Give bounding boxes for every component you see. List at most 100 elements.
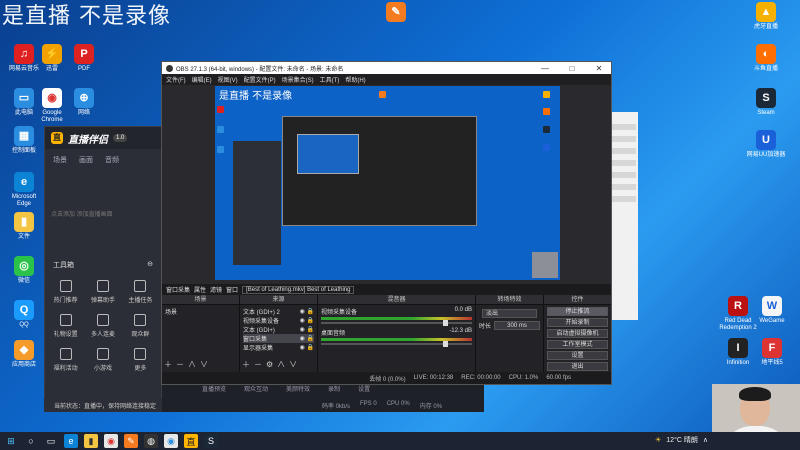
toolbox-item[interactable]: 更多 bbox=[124, 348, 157, 372]
obs-menu-item[interactable]: 文件(F) bbox=[166, 75, 186, 84]
desktop-icon[interactable]: e Microsoft Edge bbox=[4, 172, 44, 207]
desktop-icon[interactable]: F 地平线5 bbox=[752, 338, 792, 367]
volume-slider-knob[interactable] bbox=[443, 341, 448, 347]
source-toolbar-item[interactable]: 窗口 bbox=[226, 285, 238, 294]
desktop-icon[interactable]: U 网易UU加速器 bbox=[746, 130, 786, 159]
desktop-icon-label: Steam bbox=[757, 110, 775, 116]
obs-menu-item[interactable]: 编辑(E) bbox=[192, 75, 212, 84]
toolbox-item[interactable]: 礼物设置 bbox=[49, 314, 82, 338]
tray-expand-icon[interactable]: ∧ bbox=[703, 436, 708, 444]
desktop-icon[interactable]: ▮ 文件 bbox=[4, 212, 44, 241]
search-icon[interactable]: ○ bbox=[24, 434, 38, 448]
task-view-icon[interactable]: ▭ bbox=[44, 434, 58, 448]
app-icon[interactable]: ✎ bbox=[124, 434, 138, 448]
obs-menu-item[interactable]: 工具(T) bbox=[320, 75, 340, 84]
control-button[interactable]: 工作室模式 bbox=[547, 340, 608, 349]
obs-taskbar-icon[interactable]: ◍ bbox=[144, 434, 158, 448]
control-button[interactable]: 启动虚拟摄像机 bbox=[547, 329, 608, 338]
visibility-eye-icon[interactable]: ◉ 🔒 bbox=[300, 317, 314, 324]
system-tray: ☀ 12°C 晴朗 ∧ bbox=[655, 435, 708, 445]
obs-menu-item[interactable]: 视图(V) bbox=[218, 75, 238, 84]
desktop-icon[interactable]: ▲ 虎牙直播 bbox=[746, 2, 786, 31]
mixer-channel: 桌面音频 -12.3 dB bbox=[321, 328, 472, 347]
visibility-eye-icon[interactable]: ◉ 🔒 bbox=[300, 335, 314, 342]
toolbox-item[interactable]: 主播任务 bbox=[124, 280, 157, 304]
edge-icon[interactable]: e bbox=[64, 434, 78, 448]
source-toolbar-item[interactable]: 属性 bbox=[194, 285, 206, 294]
scene-item[interactable]: 场景 bbox=[165, 307, 236, 316]
steam-taskbar-icon[interactable]: S bbox=[204, 434, 218, 448]
visibility-eye-icon[interactable]: ◉ 🔒 bbox=[300, 344, 314, 351]
strip-item[interactable]: 观众互动 bbox=[244, 384, 268, 393]
desktop-icon[interactable]: ⊕ 网络 bbox=[64, 88, 104, 117]
toolbox-more-icon[interactable]: ⊖ bbox=[147, 260, 153, 270]
desktop-icon[interactable]: ◎ 微信 bbox=[4, 256, 44, 285]
sources-dock-controls[interactable]: ＋－⚙∧∨ bbox=[242, 359, 301, 370]
desktop-icon[interactable]: ◆ 应用商店 bbox=[4, 340, 44, 369]
source-item[interactable]: 文本 (GDI+) ◉ 🔒 bbox=[243, 325, 314, 334]
source-toolbar-item[interactable]: 窗口采集 bbox=[166, 285, 190, 294]
desktop-icon[interactable]: ◐ 斗鱼直播 bbox=[746, 44, 786, 73]
desktop-icon[interactable]: S Steam bbox=[746, 88, 786, 117]
strip-item[interactable]: 设置 bbox=[358, 384, 370, 393]
live-app-tab[interactable]: 场景 bbox=[53, 155, 67, 165]
source-toolbar-item[interactable]: 滤镜 bbox=[210, 285, 222, 294]
preview-app-icon bbox=[543, 108, 550, 115]
live-companion-window: 直 直播伴侣 1.0 场景 画面 音频 点击添加 添加直播画面 工具箱 ⊖ 热门推荐… bbox=[44, 126, 162, 412]
windows-start-icon[interactable]: ⊞ bbox=[4, 434, 18, 448]
strip-item[interactable]: 录制 bbox=[328, 384, 340, 393]
live-app-tab[interactable]: 音频 bbox=[105, 155, 119, 165]
obs-menu-item[interactable]: 帮助(H) bbox=[345, 75, 365, 84]
desktop-app-icon: ▦ bbox=[14, 126, 34, 146]
chrome-icon[interactable]: ◉ bbox=[164, 434, 178, 448]
source-item[interactable]: 文本 (GDI+) 2 ◉ 🔒 bbox=[243, 307, 314, 316]
toolbox-item[interactable]: 福利活动 bbox=[49, 348, 82, 372]
obs-preview-canvas[interactable]: 是直播 不是录像 bbox=[215, 86, 560, 280]
toolbox-item[interactable]: 热门推荐 bbox=[49, 280, 82, 304]
control-button[interactable]: 停止推流 bbox=[547, 307, 608, 316]
control-button[interactable]: 开始录制 bbox=[547, 318, 608, 327]
toolbox-item[interactable]: 观众群 bbox=[124, 314, 157, 338]
toolbox-item[interactable]: 小游戏 bbox=[86, 348, 119, 372]
desktop-icon[interactable]: ▦ 控制面板 bbox=[4, 126, 44, 155]
toolbox-item[interactable]: 弹幕助手 bbox=[86, 280, 119, 304]
obs-menu-item[interactable]: 场景集合(S) bbox=[282, 75, 314, 84]
strip-item[interactable]: 美颜特效 bbox=[286, 384, 310, 393]
source-item[interactable]: 显示器采集 ◉ 🔒 bbox=[243, 343, 314, 352]
mixer-channel-header: 桌面音频 -12.3 dB bbox=[321, 328, 472, 337]
visibility-eye-icon[interactable]: ◉ 🔒 bbox=[300, 326, 314, 333]
desktop-shortcut-top[interactable]: ✎ bbox=[376, 2, 416, 24]
source-toolbar-item[interactable]: [Best of Leathing.mkv] Best of Leathing bbox=[242, 285, 355, 294]
control-button[interactable]: 设置 bbox=[547, 351, 608, 360]
desktop-icon[interactable]: P PDF bbox=[64, 44, 104, 73]
source-item[interactable]: 视频采集设备 ◉ 🔒 bbox=[243, 316, 314, 325]
desktop-icon[interactable]: W WeGame bbox=[752, 296, 792, 325]
volume-slider[interactable] bbox=[321, 320, 472, 326]
obs-menu-item[interactable]: 配置文件(P) bbox=[244, 75, 276, 84]
tool-icon bbox=[59, 314, 72, 326]
minimize-button[interactable]: — bbox=[533, 64, 557, 73]
close-button[interactable]: ✕ bbox=[587, 64, 611, 73]
toolbox-item[interactable]: 多人连麦 bbox=[86, 314, 119, 338]
volume-slider-knob[interactable] bbox=[443, 320, 448, 326]
desktop-icon-label: Microsoft Edge bbox=[11, 194, 37, 207]
control-button[interactable]: 退出 bbox=[547, 362, 608, 371]
visibility-eye-icon[interactable]: ◉ 🔒 bbox=[300, 308, 314, 315]
desktop-icon-label: 网络 bbox=[77, 110, 90, 116]
live-app-tab[interactable]: 画面 bbox=[79, 155, 93, 165]
strip-item[interactable]: 直播预览 bbox=[202, 384, 226, 393]
scenes-list: 场景 bbox=[162, 305, 239, 318]
tool-label: 多人连麦 bbox=[90, 332, 115, 338]
maximize-button[interactable]: □ bbox=[560, 64, 584, 73]
duration-input[interactable]: 300 ms bbox=[494, 321, 540, 330]
source-item[interactable]: 窗口采集 ◉ 🔒 bbox=[243, 334, 314, 343]
file-explorer-icon[interactable]: ▮ bbox=[84, 434, 98, 448]
transition-type-select[interactable]: 淡出 bbox=[482, 309, 537, 318]
desktop-icon[interactable]: Q QQ bbox=[4, 300, 44, 329]
obs-menubar: 文件(F) 编辑(E) 视图(V) 配置文件(P) 场景集合(S) 工具(T) 帮助(H) bbox=[162, 74, 611, 85]
volume-slider[interactable] bbox=[321, 341, 472, 347]
live-app-taskbar-icon[interactable]: 直 bbox=[184, 434, 198, 448]
scenes-dock-controls[interactable]: ＋－∧∨ bbox=[164, 359, 212, 370]
chrome-icon[interactable]: ◉ bbox=[104, 434, 118, 448]
weather-text[interactable]: 12°C 晴朗 bbox=[666, 435, 698, 445]
